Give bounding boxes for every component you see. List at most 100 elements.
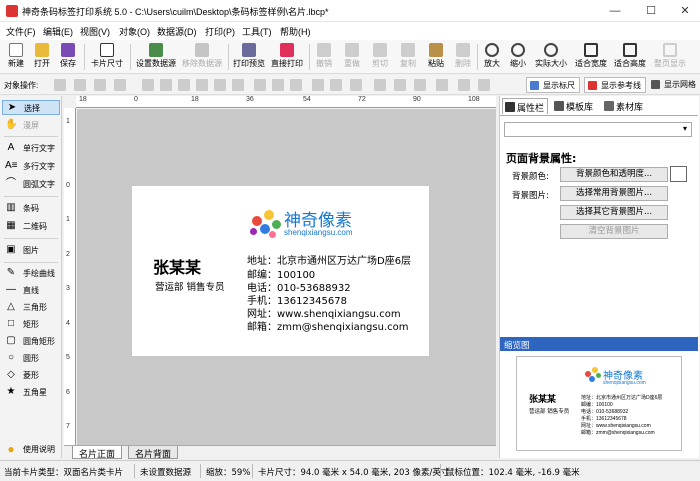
same-width-icon[interactable] [312,79,324,91]
card-size-button[interactable]: 卡片尺寸 [88,41,126,73]
print-preview-button[interactable]: 打印预览 [231,41,267,73]
brand-domain[interactable]: shenqixiangsu.com [284,228,352,237]
layer-up-icon[interactable] [54,79,66,91]
copy-button[interactable]: 复制 [396,41,420,73]
info-email[interactable]: 邮箱：zmm@shenqixiangsu.com [247,318,409,333]
person-name[interactable]: 张某某 [153,254,201,278]
menu-edit[interactable]: 编辑(E) [43,25,73,38]
pointer-icon: ➤ [7,102,17,113]
pencil-icon: ✎ [6,267,16,278]
remove-datasource-button[interactable]: 移除数据源 [180,41,224,73]
tool-qrcode[interactable]: ▦ 二维码 [2,219,60,234]
redo-icon [345,43,359,57]
grid-icon [651,80,660,89]
align-left-icon[interactable] [142,79,154,91]
clear-bg-button[interactable]: 清空背景图片 [560,224,668,239]
center-v-icon[interactable] [394,79,406,91]
help-button[interactable]: ● 使用说明 [2,442,60,458]
menu-view[interactable]: 视图(V) [80,25,110,38]
group-icon[interactable] [414,79,426,91]
tool-image[interactable]: ▣ 图片 [2,243,60,258]
menu-datasource[interactable]: 数据源(D) [157,25,197,38]
status-card-type[interactable]: 当前卡片类型：双面名片类卡片 [4,466,123,478]
tool-select[interactable]: ➤ 选择 [2,100,60,115]
fit-page-button[interactable]: 整页显示 [651,41,689,73]
lock-icon[interactable] [436,79,448,91]
tool-single-text[interactable]: A 单行文字 [2,141,60,156]
set-datasource-button[interactable]: 设置数据源 [134,41,178,73]
menu-print[interactable]: 打印(P) [205,25,235,38]
align-right-icon[interactable] [178,79,190,91]
menu-help[interactable]: 帮助(H) [280,25,311,38]
tool-pan[interactable]: ✋ 漫屏 [2,118,60,133]
tool-star[interactable]: ★ 五角星 [2,385,60,400]
redo-button[interactable]: 重做 [340,41,364,73]
center-h-icon[interactable] [374,79,386,91]
tool-triangle[interactable]: △ 三角形 [2,300,60,315]
zoom-in-button[interactable]: 放大 [480,41,504,73]
direct-print-button[interactable]: 直接打印 [269,41,305,73]
menu-file[interactable]: 文件(F) [6,25,36,38]
distribute-h-icon[interactable] [214,79,226,91]
actual-size-icon [544,43,558,57]
align-bottom-icon[interactable] [290,79,302,91]
minimize-button[interactable]: — [598,0,632,22]
layer-bottom-icon[interactable] [114,79,126,91]
tool-multi-text[interactable]: A≡ 多行文字 [2,159,60,174]
tab-card-front[interactable]: 名片正面 [72,446,123,459]
zoom-out-button[interactable]: 缩小 [506,41,530,73]
open-button[interactable]: 打开 [30,41,54,73]
tool-barcode[interactable]: ▥ 条码 [2,201,60,216]
tab-card-back[interactable]: 名片背面 [128,446,179,459]
thumbnail-preview[interactable]: 神奇像素 shenqixiangsu.com 张某某 营运部 销售专员 地址：北… [516,356,682,451]
show-ruler-toggle[interactable]: 显示标尺 [526,77,580,93]
tab-templates[interactable]: 模板库 [552,98,596,114]
rotate-icon[interactable] [478,79,490,91]
actual-size-button[interactable]: 实际大小 [532,41,570,73]
align-justify-icon[interactable] [196,79,208,91]
layer-down-icon[interactable] [74,79,86,91]
align-middle-icon[interactable] [272,79,284,91]
show-guides-toggle[interactable]: 显示参考线 [584,77,646,93]
person-role[interactable]: 营运部 销售专员 [155,279,225,293]
undo-button[interactable]: 撤销 [312,41,336,73]
tool-diamond[interactable]: ◇ 菱形 [2,368,60,383]
choose-common-bg-button[interactable]: 选择常用背景图片... [560,186,668,201]
bg-color-swatch[interactable] [670,166,687,182]
object-select-dropdown[interactable]: ▾ [504,122,692,137]
business-card[interactable]: 神奇像素 shenqixiangsu.com 张某某 营运部 销售专员 地址：北… [132,186,429,356]
delete-button[interactable]: 删除 [451,41,475,73]
panel-title: 页面背景属性: [506,152,577,165]
tab-properties[interactable]: 属性栏 [502,98,549,114]
same-size-icon[interactable] [350,79,362,91]
tool-circle[interactable]: ○ 圆形 [2,351,60,366]
layer-top-icon[interactable] [94,79,106,91]
save-button[interactable]: 保存 [56,41,80,73]
tool-arc-text[interactable]: ⌒ 圆弧文字 [2,177,60,192]
maximize-button[interactable]: ☐ [634,0,668,22]
paste-button[interactable]: 粘贴 [424,41,448,73]
menu-object[interactable]: 对象(O) [119,25,150,38]
distribute-v-icon[interactable] [232,79,244,91]
fit-height-button[interactable]: 适合高度 [611,41,649,73]
tool-freehand[interactable]: ✎ 手绘曲线 [2,266,60,281]
fit-width-button[interactable]: 适合宽度 [572,41,610,73]
menu-tools[interactable]: 工具(T) [242,25,272,38]
show-grid-toggle[interactable]: 显示网格 [648,77,700,93]
new-button[interactable]: 新建 [4,41,28,73]
cut-button[interactable]: 剪切 [368,41,392,73]
align-top-icon[interactable] [254,79,266,91]
tool-round-rect[interactable]: ▢ 圆角矩形 [2,334,60,349]
property-panel: 属性栏 模板库 素材库 ▾ 页面背景属性: 背景颜色: 背景颜色和透明度... … [499,96,699,458]
same-height-icon[interactable] [330,79,342,91]
align-center-icon[interactable] [160,79,172,91]
tab-assets[interactable]: 素材库 [602,98,646,114]
tool-line[interactable]: — 直线 [2,283,60,298]
unlock-icon[interactable] [458,79,470,91]
close-button[interactable]: ✕ [668,0,700,22]
choose-other-bg-button[interactable]: 选择其它背景图片... [560,205,668,220]
tool-rect[interactable]: □ 矩形 [2,317,60,332]
bg-color-button[interactable]: 背景颜色和透明度... [560,167,668,182]
info-address[interactable]: 地址：北京市通州区万达广场D座6层 [247,252,411,267]
arc-text-icon: ⌒ [6,178,16,189]
